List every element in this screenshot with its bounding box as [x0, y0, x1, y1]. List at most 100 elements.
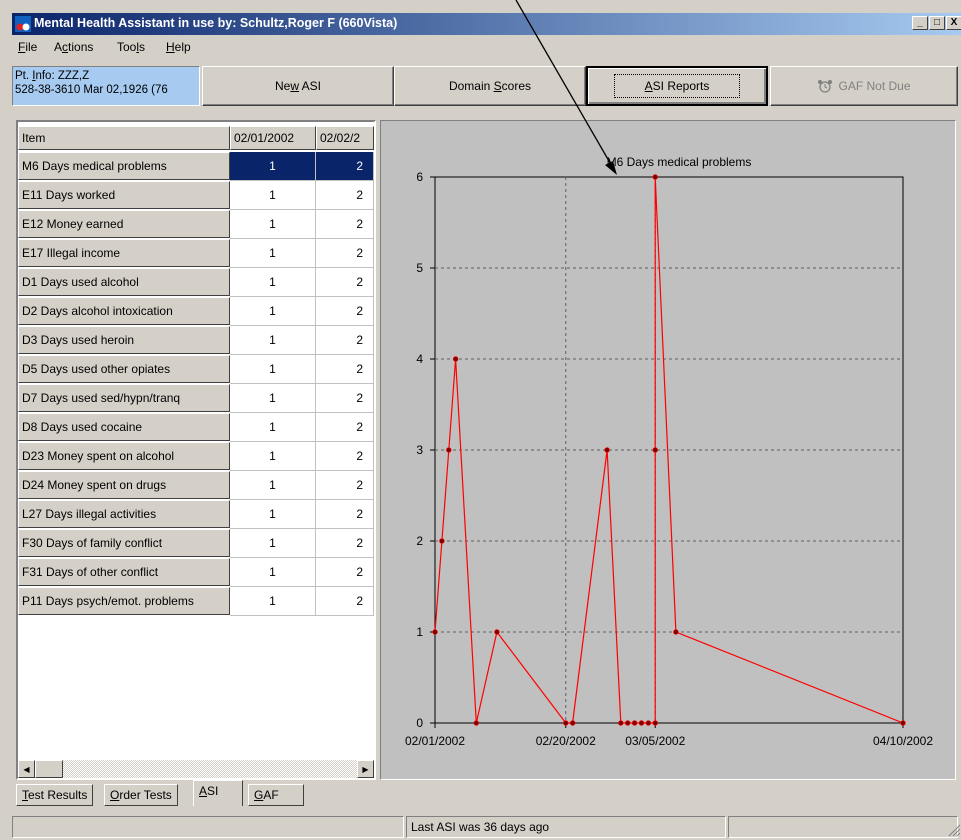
grid-cell[interactable]: 2 — [316, 152, 374, 181]
grid-cell[interactable]: 1 — [230, 152, 316, 181]
minimize-button[interactable]: _ — [912, 16, 928, 30]
status-panel-empty — [728, 816, 958, 838]
grid-row-label[interactable]: L27 Days illegal activities — [18, 500, 230, 528]
grid-cell[interactable]: 1 — [230, 529, 316, 558]
grid-cell[interactable]: 2 — [316, 181, 374, 210]
grid-row-label[interactable]: F31 Days of other conflict — [18, 558, 230, 586]
menu-bar: File Actions Tools Help — [12, 36, 961, 58]
menu-actions[interactable]: Actions — [54, 40, 93, 54]
y-tick-label: 6 — [416, 170, 423, 184]
gaf-not-due-button[interactable]: GAF Not Due — [770, 66, 958, 106]
grid-row-label[interactable]: D3 Days used heroin — [18, 326, 230, 354]
grid-row-label[interactable]: E17 Illegal income — [18, 239, 230, 267]
grid-row-label[interactable]: D8 Days used cocaine — [18, 413, 230, 441]
x-tick-label: 02/01/2002 — [405, 734, 465, 748]
window-title: Mental Health Assistant in use by: Schul… — [34, 16, 398, 30]
grid-cell[interactable]: 2 — [316, 442, 374, 471]
grid-row-label[interactable]: F30 Days of family conflict — [18, 529, 230, 557]
grid-cell[interactable]: 1 — [230, 500, 316, 529]
close-button[interactable]: X — [946, 16, 961, 30]
grid-cell[interactable]: 2 — [316, 239, 374, 268]
data-point — [625, 720, 631, 726]
grid-cell[interactable]: 2 — [316, 471, 374, 500]
patient-info-line2: 528-38-3610 Mar 02,1926 (76 — [15, 84, 168, 96]
scroll-right-icon[interactable]: ▶ — [357, 760, 374, 778]
new-asi-button[interactable]: New ASI — [202, 66, 394, 106]
grid-row-label[interactable]: D1 Days used alcohol — [18, 268, 230, 296]
data-point — [494, 629, 500, 635]
grid-cell[interactable]: 1 — [230, 239, 316, 268]
data-point — [604, 447, 610, 453]
menu-help[interactable]: Help — [166, 40, 191, 54]
tab-asi[interactable]: ASI — [193, 780, 243, 806]
patient-info-button[interactable]: Pt. Info: ZZZ,Z 528-38-3610 Mar 02,1926 … — [12, 66, 200, 106]
patient-info-line1: Pt. Info: ZZZ,Z — [15, 70, 90, 82]
grid-cell[interactable]: 1 — [230, 355, 316, 384]
horizontal-scrollbar[interactable]: ◀ ▶ — [18, 760, 374, 778]
data-point — [439, 538, 445, 544]
grid-cell[interactable]: 1 — [230, 587, 316, 616]
data-point — [452, 356, 459, 362]
grid-cell[interactable]: 1 — [230, 471, 316, 500]
grid-header-item[interactable]: Item — [18, 126, 230, 150]
x-tick-label: 02/20/2002 — [536, 734, 596, 748]
mha-app-icon — [15, 16, 31, 32]
grid-cell[interactable]: 2 — [316, 326, 374, 355]
grid-row-label[interactable]: D5 Days used other opiates — [18, 355, 230, 383]
data-point — [446, 447, 452, 453]
grid-cell[interactable]: 1 — [230, 442, 316, 471]
tab-gaf[interactable]: GAF — [248, 784, 304, 806]
data-point — [569, 720, 576, 726]
grid-header-date[interactable]: 02/02/2 — [316, 126, 374, 150]
tab-order-tests[interactable]: Order Tests — [104, 784, 178, 806]
data-point — [652, 720, 658, 726]
grid-row-label[interactable]: D23 Money spent on alcohol — [18, 442, 230, 470]
grid-row-label[interactable]: D7 Days used sed/hypn/tranq — [18, 384, 230, 412]
grid-cell[interactable]: 2 — [316, 587, 374, 616]
grid-cell[interactable]: 2 — [316, 413, 374, 442]
gaf-clock-icon — [818, 80, 833, 93]
grid-row-label[interactable]: P11 Days psych/emot. problems — [18, 587, 230, 615]
grid-cell[interactable]: 2 — [316, 297, 374, 326]
grid-row-label[interactable]: D24 Money spent on drugs — [18, 471, 230, 499]
grid-row-label[interactable]: D2 Days alcohol intoxication — [18, 297, 230, 325]
grid-row-label[interactable]: M6 Days medical problems — [18, 152, 230, 180]
grid-cell[interactable]: 1 — [230, 326, 316, 355]
bottom-tabs: Test Results Order Tests ASI GAF — [12, 780, 961, 810]
menu-file[interactable]: File — [18, 40, 37, 54]
grid-cell[interactable]: 2 — [316, 384, 374, 413]
grid-cell[interactable]: 2 — [316, 529, 374, 558]
asi-item-grid: Item 02/01/2002 02/02/2 M6 Days medical … — [16, 120, 376, 780]
grid-cell[interactable]: 1 — [230, 268, 316, 297]
grid-header-date[interactable]: 02/01/2002 — [230, 126, 316, 150]
scroll-track[interactable] — [63, 760, 357, 778]
asi-line-chart: M6 Days medical problems 0 1 2 3 4 5 6 02/01/200… — [405, 155, 933, 748]
scroll-left-icon[interactable]: ◀ — [18, 760, 35, 778]
asi-reports-button[interactable]: ASI Reports — [586, 66, 768, 106]
grid-cell[interactable]: 1 — [230, 384, 316, 413]
grid-cell[interactable]: 1 — [230, 181, 316, 210]
grid-cell[interactable]: 2 — [316, 268, 374, 297]
data-point — [432, 629, 438, 635]
menu-tools[interactable]: Tools — [117, 40, 145, 54]
grid-row-label[interactable]: E12 Money earned — [18, 210, 230, 238]
data-point — [652, 447, 658, 453]
grid-cell[interactable]: 2 — [316, 210, 374, 239]
resize-grip-icon[interactable] — [948, 824, 961, 837]
grid-cell[interactable]: 2 — [316, 355, 374, 384]
x-tick-label: 03/05/2002 — [625, 734, 685, 748]
data-point — [673, 629, 679, 635]
y-tick-label: 2 — [416, 534, 423, 548]
grid-row-label[interactable]: E11 Days worked — [18, 181, 230, 209]
domain-scores-button[interactable]: Domain Scores — [394, 66, 586, 106]
grid-cell[interactable]: 1 — [230, 558, 316, 587]
grid-cell[interactable]: 2 — [316, 500, 374, 529]
scroll-thumb[interactable] — [35, 760, 63, 778]
tab-test-results[interactable]: Test Results — [16, 784, 94, 806]
y-tick-label: 4 — [416, 352, 423, 366]
grid-cell[interactable]: 1 — [230, 297, 316, 326]
grid-cell[interactable]: 1 — [230, 210, 316, 239]
maximize-button[interactable]: □ — [929, 16, 945, 30]
grid-cell[interactable]: 2 — [316, 558, 374, 587]
grid-cell[interactable]: 1 — [230, 413, 316, 442]
